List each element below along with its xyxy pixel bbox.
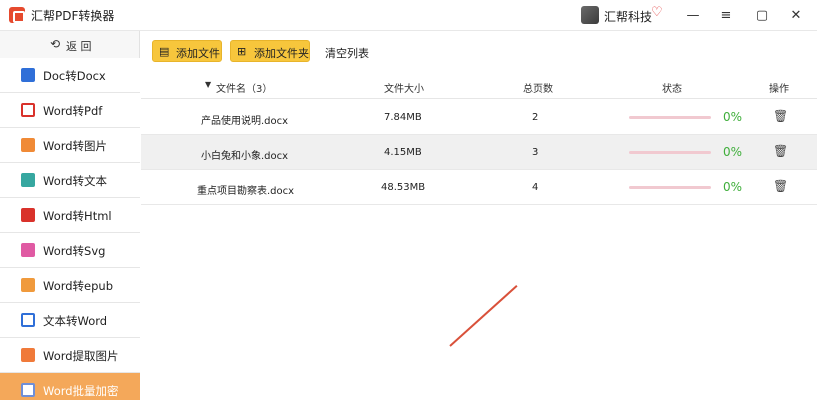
page-count: 2	[532, 112, 539, 123]
table-header: ▼ 文件名（3） 文件大小 总页数 状态 操作	[141, 69, 817, 99]
page-count: 4	[532, 182, 539, 193]
pdf-icon	[21, 103, 35, 117]
page-count: 3	[532, 147, 539, 158]
progress-bar	[629, 186, 711, 189]
back-arrow-icon: ⟲	[50, 37, 61, 51]
file-name: 小白兔和小象.docx	[201, 151, 289, 162]
trash-icon[interactable]: 🗑	[773, 109, 788, 123]
html-icon	[21, 208, 35, 222]
sidebar-item-label: 文本转Word	[43, 314, 108, 328]
brand-name[interactable]: 汇帮科技	[604, 8, 652, 25]
file-size: 48.53MB	[381, 182, 426, 193]
sidebar: ⟲ 返 回 Doc转Docx Word转Pdf Word转图片 Word转文本 …	[0, 31, 140, 400]
app-logo-icon	[9, 7, 25, 23]
sidebar-item-label: Word批量加密	[43, 384, 119, 398]
sidebar-item-label: Word转Pdf	[43, 104, 103, 118]
sidebar-item-doc-to-docx[interactable]: Doc转Docx	[0, 58, 140, 93]
sidebar-item-label: Word转Html	[43, 209, 112, 223]
lock-icon	[21, 383, 35, 397]
heart-badge-icon: ♡	[651, 5, 663, 20]
file-name: 产品使用说明.docx	[201, 116, 289, 127]
toolbar: ▤ 添加文件 ⊞ 添加文件夹 清空列表	[141, 31, 817, 69]
sidebar-item-word-to-image[interactable]: Word转图片	[0, 128, 140, 163]
back-button[interactable]: ⟲ 返 回	[0, 31, 140, 58]
sidebar-item-label: Word转图片	[43, 139, 108, 153]
add-folder-label: 添加文件夹	[254, 47, 309, 60]
sidebar-item-word-to-text[interactable]: Word转文本	[0, 163, 140, 198]
progress-percent: 0%	[723, 180, 743, 194]
file-size: 7.84MB	[384, 112, 422, 123]
col-file-size: 文件大小	[384, 84, 424, 95]
add-file-icon: ▤	[159, 45, 170, 58]
progress-bar	[629, 151, 711, 154]
sidebar-item-word-extract-image[interactable]: Word提取图片	[0, 338, 140, 373]
sidebar-item-label: Word提取图片	[43, 349, 119, 363]
sidebar-item-word-to-pdf[interactable]: Word转Pdf	[0, 93, 140, 128]
close-button[interactable]: ✕	[786, 6, 806, 26]
menu-icon[interactable]: ≡	[716, 6, 736, 26]
progress-percent: 0%	[723, 145, 743, 159]
progress-bar	[629, 116, 711, 119]
back-label: 返 回	[66, 40, 92, 53]
col-total-pages: 总页数	[523, 84, 553, 95]
file-size: 4.15MB	[384, 147, 422, 158]
clear-list-button[interactable]: 清空列表	[325, 45, 369, 61]
sidebar-item-word-to-html[interactable]: Word转Html	[0, 198, 140, 233]
sidebar-item-word-batch-encrypt[interactable]: Word批量加密	[0, 373, 140, 400]
table-row[interactable]: 产品使用说明.docx 7.84MB 2 0% 🗑	[141, 100, 817, 135]
sidebar-item-label: Doc转Docx	[43, 69, 106, 83]
trash-icon[interactable]: 🗑	[773, 144, 788, 158]
text-icon	[21, 173, 35, 187]
sidebar-item-label: Word转Svg	[43, 244, 106, 258]
svg-icon	[21, 243, 35, 257]
add-file-label: 添加文件	[176, 47, 220, 60]
sidebar-item-word-to-epub[interactable]: Word转epub	[0, 268, 140, 303]
sidebar-item-text-to-word[interactable]: 文本转Word	[0, 303, 140, 338]
sidebar-item-label: Word转文本	[43, 174, 108, 188]
epub-icon	[21, 278, 35, 292]
minimize-button[interactable]: —	[683, 6, 703, 26]
title-bar: 汇帮PDF转换器 汇帮科技 ♡ ≡ — ▢ ✕	[0, 0, 817, 31]
table-row[interactable]: 小白兔和小象.docx 4.15MB 3 0% 🗑	[141, 135, 817, 170]
word-icon	[21, 313, 35, 327]
sidebar-item-word-to-svg[interactable]: Word转Svg	[0, 233, 140, 268]
doc-icon	[21, 68, 35, 82]
decorative-stroke	[449, 285, 518, 347]
brand-avatar[interactable]	[581, 6, 599, 24]
col-file-name[interactable]: 文件名（3）	[216, 80, 272, 95]
app-title: 汇帮PDF转换器	[31, 9, 115, 23]
add-folder-button[interactable]: ⊞ 添加文件夹	[230, 40, 310, 62]
file-name: 重点项目勘察表.docx	[197, 186, 295, 197]
progress-percent: 0%	[723, 110, 743, 124]
col-status: 状态	[662, 84, 682, 95]
maximize-button[interactable]: ▢	[752, 6, 772, 26]
add-file-button[interactable]: ▤ 添加文件	[152, 40, 222, 62]
sidebar-item-label: Word转epub	[43, 279, 114, 293]
trash-icon[interactable]: 🗑	[773, 179, 788, 193]
table-row[interactable]: 重点项目勘察表.docx 48.53MB 4 0% 🗑	[141, 170, 817, 205]
extract-image-icon	[21, 348, 35, 362]
sort-down-icon[interactable]: ▼	[205, 80, 211, 89]
col-action: 操作	[769, 84, 789, 95]
image-icon	[21, 138, 35, 152]
add-folder-icon: ⊞	[237, 45, 247, 58]
